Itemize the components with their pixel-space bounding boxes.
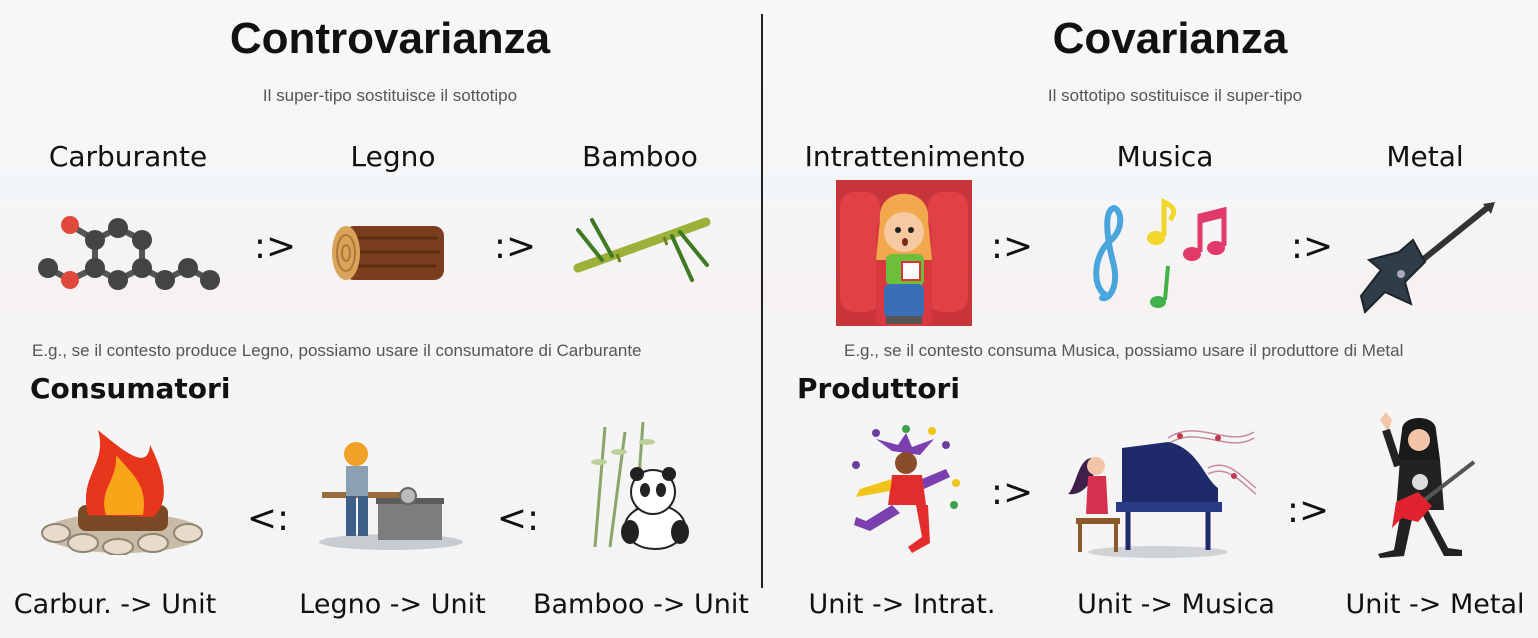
right-type-label-3: Metal	[1386, 140, 1464, 173]
left-title: Controvarianza	[229, 14, 551, 63]
bamboo-icon	[572, 210, 712, 290]
electric-guitar-icon	[1355, 200, 1497, 315]
music-notes-icon	[1086, 196, 1231, 312]
left-type-operator-1: :>	[253, 226, 297, 267]
left-consumer-operator-1: <:	[246, 498, 290, 539]
right-function-2: Unit -> Musica	[1077, 589, 1275, 620]
left-type-operator-2: :>	[493, 226, 537, 267]
left-function-3: Bamboo -> Unit	[532, 589, 750, 620]
pianist-icon	[1058, 418, 1258, 560]
left-type-label-3: Bamboo	[582, 140, 698, 173]
right-type-operator-2: :>	[1290, 226, 1334, 267]
left-example: E.g., se il contesto produce Legno, poss…	[32, 341, 642, 360]
right-producer-operator-2: :>	[1286, 490, 1330, 531]
left-section-title: Consumatori	[30, 372, 231, 405]
right-example: E.g., se il contesto consuma Musica, pos…	[844, 341, 1404, 360]
right-type-label-2: Musica	[1116, 140, 1214, 173]
left-consumer-operator-2: <:	[496, 498, 540, 539]
log-icon	[330, 222, 450, 284]
left-subtitle: Il super-tipo sostituisce il sottotipo	[262, 86, 518, 105]
lumberjack-icon	[316, 440, 466, 552]
right-type-label-1: Intrattenimento	[804, 140, 1026, 173]
campfire-icon	[38, 425, 208, 555]
center-divider	[761, 14, 763, 588]
right-subtitle: Il sottotipo sostituisce il super-tipo	[1047, 86, 1303, 105]
left-type-label-2: Legno	[350, 140, 436, 173]
metal-guitarist-icon	[1362, 410, 1494, 558]
right-function-3: Unit -> Metal	[1345, 589, 1525, 620]
jester-icon	[846, 425, 964, 555]
left-function-1: Carbur. -> Unit	[13, 589, 217, 620]
left-function-2: Legno -> Unit	[299, 589, 486, 620]
cinema-girl-icon	[836, 180, 972, 326]
right-function-1: Unit -> Intrat.	[808, 589, 996, 620]
right-title: Covarianza	[1052, 14, 1288, 63]
right-section-title: Produttori	[797, 372, 960, 405]
left-type-label-1: Carburante	[48, 140, 208, 173]
right-type-operator-1: :>	[990, 226, 1034, 267]
right-producer-operator-1: :>	[990, 472, 1034, 513]
panda-icon	[585, 422, 700, 552]
molecule-icon	[30, 210, 230, 300]
